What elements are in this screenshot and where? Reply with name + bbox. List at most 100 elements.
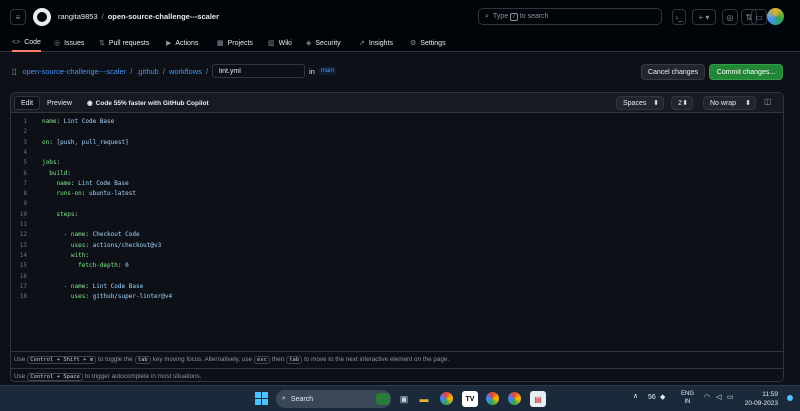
language-code: ENG: [681, 391, 695, 397]
create-new-icon[interactable]: + ▾: [692, 9, 716, 25]
line-number: 12: [19, 231, 27, 239]
code-line[interactable]: 10 steps:: [11, 210, 783, 220]
path-separator: /: [130, 66, 133, 76]
system-clock[interactable]: 11:59 20-09-2023: [744, 390, 778, 408]
line-text: fetch-depth: 0: [78, 262, 129, 270]
commit-changes-button[interactable]: Commit changes...: [709, 64, 783, 80]
search-prefix: Type: [492, 13, 509, 20]
task-view-icon[interactable]: ▣: [396, 391, 412, 407]
yaml-key: build: [49, 169, 68, 177]
tab-security[interactable]: ◈ Security: [306, 34, 341, 52]
taskbar-search[interactable]: ⌕ Search: [276, 390, 391, 408]
yaml-key: runs-on: [56, 190, 82, 198]
code-line[interactable]: 15 fetch-depth: 0: [11, 261, 783, 271]
search-input[interactable]: ⌕ Type / to search: [478, 8, 662, 25]
code-area[interactable]: 1 name: Lint Code Base 2 3 on: [push, pull_r…: [11, 114, 783, 320]
code-line[interactable]: 9: [11, 199, 783, 209]
tab-settings[interactable]: ⚙ Settings: [410, 34, 446, 52]
command-palette-icon[interactable]: ›_: [672, 9, 686, 25]
code-line[interactable]: 13 uses: actions/checkout@v3: [11, 241, 783, 251]
code-line[interactable]: 7 name: Lint Code Base: [11, 179, 783, 189]
path-dir-workflows-link[interactable]: workflows: [169, 67, 202, 76]
hint-text: to move to the next interactive element …: [304, 356, 450, 363]
line-text: name: Lint Code Base: [42, 118, 115, 125]
pdf-reader-icon[interactable]: ▤: [530, 391, 546, 407]
tab-projects[interactable]: ▦ Projects: [217, 34, 253, 52]
code-line[interactable]: 11: [11, 220, 783, 230]
line-number: 6: [23, 169, 27, 177]
line-number: 14: [19, 251, 27, 259]
header-breadcrumb: rangita9853/open-source-challenge---scal…: [58, 12, 219, 21]
yaml-value: Lint Code Base: [78, 179, 129, 187]
global-header: ≡ rangita9853/open-source-challenge---sc…: [0, 0, 800, 34]
avatar[interactable]: [767, 8, 784, 25]
hint-text: to toggle the: [98, 356, 133, 363]
code-line[interactable]: 12 - name: Checkout Code: [11, 230, 783, 240]
language-indicator[interactable]: ENG IN: [681, 390, 694, 406]
tab-actions[interactable]: ▶ Actions: [166, 34, 198, 52]
battery-icon[interactable]: ▭: [727, 393, 734, 401]
yaml-key: jobs: [42, 159, 57, 167]
tradingview-icon[interactable]: TV: [462, 391, 478, 407]
repo-link[interactable]: open-source-challenge---scaler: [108, 12, 219, 21]
code-line[interactable]: 6 build:: [11, 169, 783, 179]
path-repo-link[interactable]: open-source-challenge---scaler: [22, 67, 126, 76]
code-line[interactable]: 16: [11, 272, 783, 282]
path-dir-github-link[interactable]: .github: [136, 67, 159, 76]
code-line[interactable]: 18 uses: github/super-linter@v4: [11, 292, 783, 302]
wrap-mode-select[interactable]: No wrap ⬍: [703, 96, 756, 110]
tray-app-icon[interactable]: ◆: [660, 393, 665, 401]
play-icon: ▶: [166, 40, 172, 47]
yaml-value: Checkout Code: [92, 231, 140, 239]
tab-issues[interactable]: ◎ Issues: [54, 34, 84, 52]
inbox-icon[interactable]: ▭: [751, 9, 767, 25]
indent-mode-select[interactable]: Spaces ⬍: [616, 96, 664, 110]
yaml-key: fetch-depth: [78, 262, 118, 270]
code-editor: Edit Preview ◉ Code 55% faster with GitHu…: [10, 92, 784, 382]
chrome-icon[interactable]: [440, 392, 453, 405]
copilot-promo[interactable]: ◉ Code 55% faster with GitHub Copilot: [87, 99, 209, 107]
wifi-icon[interactable]: ◠: [704, 393, 710, 401]
file-tree-toggle-icon[interactable]: ▯: [12, 67, 16, 76]
code-line[interactable]: 5 jobs:: [11, 158, 783, 168]
code-line[interactable]: 2: [11, 127, 783, 137]
hint-text: then: [271, 356, 285, 363]
indent-size-select[interactable]: 2 ⬍: [671, 96, 693, 110]
line-number: 15: [19, 262, 27, 270]
tab-code[interactable]: <> Code: [12, 34, 41, 52]
side-panel-icon[interactable]: ◫: [764, 97, 772, 106]
tab-insights[interactable]: ↗ Insights: [359, 34, 393, 52]
edit-tab[interactable]: Edit: [14, 96, 41, 110]
yaml-value: github/super-linter@v4: [92, 293, 173, 301]
menu-icon[interactable]: ≡: [10, 9, 26, 25]
notification-icon[interactable]: [787, 395, 793, 401]
tab-pull-requests[interactable]: ⇅ Pull requests: [99, 34, 149, 52]
taskbar-widget-icon[interactable]: [376, 393, 390, 405]
tab-wiki[interactable]: ▥ Wiki: [268, 34, 292, 52]
code-line[interactable]: 8 runs-on: ubuntu-latest: [11, 189, 783, 199]
line-text: with:: [70, 251, 93, 259]
code-line[interactable]: 17 - name: Lint Code Base: [11, 282, 783, 292]
cancel-changes-button[interactable]: Cancel changes: [641, 64, 705, 80]
issues-icon[interactable]: ◎: [722, 9, 738, 25]
line-number: 17: [19, 282, 27, 290]
chevron-up-icon[interactable]: ∧: [633, 392, 638, 400]
github-logo-icon[interactable]: [33, 8, 51, 26]
chrome-profile-2-icon[interactable]: [508, 392, 521, 405]
slash-key: /: [510, 12, 518, 21]
windows-start-icon[interactable]: [255, 392, 268, 405]
line-text: jobs:: [42, 159, 64, 167]
file-explorer-icon[interactable]: ▬: [416, 391, 432, 407]
search-icon: ⌕: [485, 12, 489, 20]
code-line[interactable]: 4: [11, 148, 783, 158]
owner-link[interactable]: rangita9853: [58, 12, 98, 21]
chevron-updown-icon: ⬍: [745, 100, 751, 107]
preview-tab[interactable]: Preview: [41, 96, 78, 110]
code-line[interactable]: 3 on: [push, pull_request]: [11, 138, 783, 148]
code-line[interactable]: 1 name: Lint Code Base: [11, 117, 783, 127]
code-line[interactable]: 14 with:: [11, 251, 783, 261]
chrome-profile-icon[interactable]: [486, 392, 499, 405]
branch-badge[interactable]: main: [317, 67, 337, 75]
filename-input[interactable]: [211, 64, 305, 78]
speaker-icon[interactable]: ◁: [716, 393, 721, 401]
